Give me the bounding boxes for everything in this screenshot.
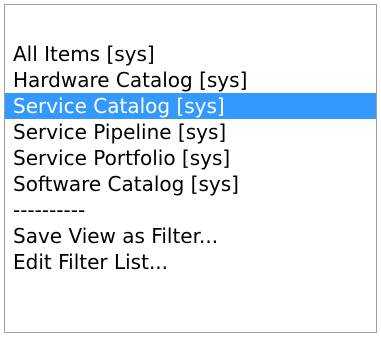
list-item-service-catalog[interactable]: Service Catalog [sys] (5, 93, 376, 119)
list-item-service-portfolio[interactable]: Service Portfolio [sys] (5, 145, 376, 171)
view-filter-dropdown-list[interactable]: All Items [sys] Hardware Catalog [sys] S… (4, 4, 377, 333)
list-item-blank[interactable] (5, 15, 376, 41)
list-item-separator: ---------- (13, 198, 86, 222)
list-item-software-catalog[interactable]: Software Catalog [sys] (5, 171, 376, 197)
list-item-save-view-as-filter[interactable]: Save View as Filter... (5, 223, 376, 249)
list-item-hardware-catalog[interactable]: Hardware Catalog [sys] (5, 67, 376, 93)
list-item-edit-filter-list[interactable]: Edit Filter List... (5, 249, 376, 275)
list-item-service-pipeline[interactable]: Service Pipeline [sys] (5, 119, 376, 145)
list-item-all-items[interactable]: All Items [sys] (5, 41, 376, 67)
